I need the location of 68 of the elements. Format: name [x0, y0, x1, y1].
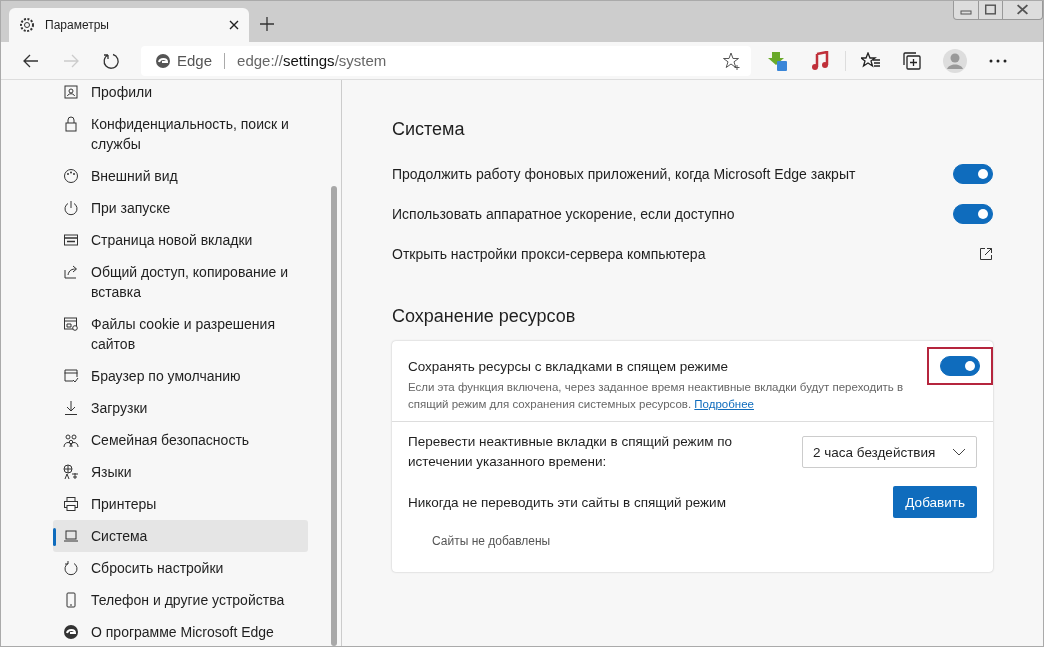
address-bar[interactable]: Edge edge://settings/system [141, 45, 751, 76]
avatar-icon[interactable] [943, 48, 967, 73]
profile-card-icon [63, 84, 79, 100]
section-heading: Сохранение ресурсов [392, 306, 577, 327]
empty-list-text: Сайты не добавлены [431, 533, 552, 550]
toggle-switch[interactable] [953, 204, 993, 224]
scrollbar-thumb[interactable] [331, 186, 337, 646]
chevron-down-icon [952, 448, 966, 456]
learn-more-link[interactable]: Подробнее [694, 398, 754, 410]
collections-icon[interactable] [903, 51, 921, 70]
add-button[interactable]: Добавить [893, 486, 977, 518]
add-favorite-icon[interactable] [723, 51, 741, 70]
padlock-icon [63, 116, 79, 132]
edge-logo-icon [155, 52, 171, 69]
setting-description: Если эта функция включена, через заданное время неактивные вкладки будут переходить в спящий режим для сохранения системных ресурсов. Подробнее [408, 380, 905, 412]
palette-icon [63, 168, 79, 184]
setting-label: Сохранять ресурсы с вкладками в спящем режиме [408, 358, 728, 374]
setting-label: Продолжить работу фоновых приложений, когда Microsoft Edge закрыт [392, 166, 856, 182]
sidebar-item[interactable]: Внешний вид [53, 160, 308, 192]
sidebar-item[interactable]: Языки [53, 456, 308, 488]
download-extension-icon[interactable] [768, 50, 788, 71]
language-icon [63, 464, 79, 480]
sidebar-item[interactable]: Общий доступ, копирование и вставка [53, 256, 308, 308]
plus-icon[interactable] [259, 16, 275, 32]
browser-tab[interactable]: Параметры [9, 8, 249, 42]
sidebar-item[interactable]: Телефон и другие устройства [53, 584, 308, 616]
toggle-switch[interactable] [940, 356, 980, 376]
external-link-icon[interactable] [979, 247, 993, 261]
edge-logo-icon [63, 624, 79, 640]
close-icon[interactable] [229, 20, 239, 30]
setting-label: Использовать аппаратное ускорение, если доступно [392, 206, 735, 222]
new-tab-page-icon [63, 232, 79, 248]
setting-label: Никогда не переводить эти сайты в спящий режим [408, 494, 726, 510]
sidebar-item[interactable]: Загрузки [53, 392, 308, 424]
sidebar-item[interactable]: Страница новой вкладки [53, 224, 308, 256]
printer-icon [63, 496, 79, 512]
music-note-icon[interactable] [810, 50, 830, 71]
family-icon [63, 432, 79, 448]
favorites-icon[interactable] [861, 51, 881, 70]
download-icon [63, 400, 79, 416]
sidebar-item[interactable]: Принтеры [53, 488, 308, 520]
phone-icon [63, 592, 79, 608]
timeout-dropdown[interactable]: 2 часа бездействия [802, 436, 977, 468]
site-label: Edge [177, 52, 213, 69]
cookie-window-icon [63, 316, 79, 332]
laptop-icon [63, 528, 79, 544]
setting-label: Перевести неактивные вкладки в спящий режим по истечении указанного времени: [408, 433, 734, 471]
toggle-switch[interactable] [953, 164, 993, 184]
share-icon [63, 264, 79, 280]
sidebar-item[interactable]: Профили [53, 80, 308, 108]
more-menu-icon[interactable] [989, 58, 1007, 63]
sidebar-item[interactable]: Браузер по умолчанию [53, 360, 308, 392]
browser-window-icon [63, 368, 79, 384]
sidebar-item[interactable]: Конфиденциальность, поиск и службы [53, 108, 308, 160]
sidebar-item[interactable]: О программе Microsoft Edge [53, 616, 308, 646]
sidebar-item[interactable]: При запуске [53, 192, 308, 224]
sidebar-item[interactable]: Система [53, 520, 308, 552]
section-heading: Система [392, 119, 466, 140]
tab-title: Параметры [45, 18, 110, 32]
reset-icon [63, 560, 79, 576]
sidebar-item[interactable]: Сбросить настройки [53, 552, 308, 584]
refresh-icon[interactable] [102, 51, 120, 70]
sidebar-item[interactable]: Файлы cookie и разрешения сайтов [53, 308, 308, 360]
gear-icon [19, 17, 35, 33]
setting-label: Открыть настройки прокси-сервера компьютера [392, 246, 706, 262]
url-text: edge://settings/system [237, 52, 387, 69]
sidebar-item[interactable]: Семейная безопасность [53, 424, 308, 456]
power-icon [63, 200, 79, 216]
